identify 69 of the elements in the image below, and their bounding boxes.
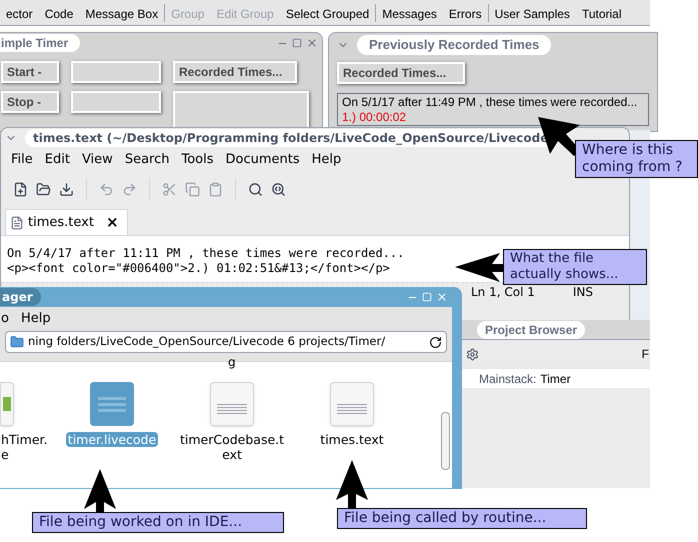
window-title: Project Browser [477, 320, 586, 338]
arrow [336, 460, 368, 509]
document-tab[interactable]: times.text × [5, 209, 128, 235]
toolbar-icon[interactable] [271, 182, 286, 196]
file-name[interactable]: hTimer. e [1, 432, 50, 462]
path-text: ning folders/LiveCode_OpenSource/Livecode 6 projects/Timer/ [28, 333, 386, 350]
window-title: imple Timer [0, 34, 80, 52]
menu-item[interactable]: File [5, 150, 39, 170]
menu-item[interactable]: Search [118, 150, 176, 170]
cut-label: g [228, 356, 236, 368]
menu-item[interactable]: Help [20, 309, 51, 329]
toolbar-button[interactable]: Message Box [79, 6, 164, 25]
palette-button[interactable]: Recorded Times... [337, 62, 465, 84]
empty-field[interactable] [71, 61, 161, 83]
menu-item[interactable]: o [1, 309, 9, 329]
menu-item[interactable]: Help [306, 150, 348, 170]
menu-item[interactable]: View [76, 150, 119, 170]
toolbar-button[interactable]: Messages [376, 6, 443, 25]
toolbar-icon[interactable] [248, 182, 263, 196]
annotation-tooltip: What the file actually shows... [503, 249, 647, 285]
toolbar-button[interactable]: Errors [442, 6, 488, 25]
menu-item[interactable]: Edit [38, 150, 76, 170]
file-name[interactable]: times.text [318, 432, 386, 447]
stack-row[interactable]: Mainstack: Timer [462, 368, 650, 388]
palette-button[interactable]: Stop - [1, 91, 59, 113]
menu-item[interactable]: Documents [220, 150, 306, 170]
maximize-icon[interactable] [292, 38, 302, 48]
scrollbar-thumb[interactable] [441, 412, 450, 470]
code-line: <p><font color="#006400">2.) 01:02:51&#13;</font></p> [7, 261, 390, 276]
insert-mode: INS [572, 284, 594, 301]
toolbar-icon[interactable] [36, 182, 51, 196]
settings-icon[interactable] [466, 348, 479, 360]
tab-label: times.text [28, 214, 94, 232]
tab-close-button[interactable]: × [102, 211, 123, 234]
document-icon [10, 216, 24, 230]
text-file-icon [210, 382, 254, 426]
empty-field[interactable] [71, 91, 161, 113]
folder-icon [10, 335, 24, 349]
window-title: ager [0, 288, 41, 306]
text-file-icon [330, 382, 374, 426]
palette-button[interactable]: Recorded Times... [173, 61, 297, 83]
stack-label: Mainstack: [479, 370, 536, 388]
annotation-tooltip: File being called by routine... [337, 508, 587, 529]
field-line: 1.) 00:00:02 [342, 110, 408, 125]
refresh-icon[interactable] [429, 336, 442, 348]
toolbar-icon[interactable] [59, 182, 74, 196]
close-icon[interactable] [306, 37, 318, 49]
arrow [455, 253, 506, 282]
binary-file-icon [90, 382, 134, 426]
annotation-tooltip: Where is this coming from ? [575, 140, 698, 178]
file-name[interactable]: timerCodebase.t ext [178, 432, 286, 462]
field-line: On 5/1/17 after 11:49 PM , these times were recorded... [342, 95, 638, 110]
menu-item[interactable]: Tools [175, 150, 220, 170]
toolbar-icon[interactable] [13, 182, 28, 196]
path-bar[interactable]: ning folders/LiveCode_OpenSource/Livecode 6 projects/Timer/ [5, 331, 447, 353]
toolbar-button[interactable]: ector [0, 6, 39, 25]
window-title: Previously Recorded Times [357, 35, 552, 55]
column-header: F [642, 346, 649, 363]
toolbar-button[interactable]: Code [38, 6, 80, 25]
toolbar-button[interactable]: User Samples [488, 6, 576, 25]
cursor-position: Ln 1, Col 1 [471, 284, 535, 301]
close-icon[interactable] [436, 291, 448, 303]
stack-name: Timer [540, 370, 571, 388]
toolbar-button[interactable]: Tutorial [576, 6, 628, 25]
annotation-tooltip: File being worked on in IDE... [32, 512, 284, 533]
code-line: On 5/4/17 after 11:11 PM , these times were recorded... [7, 246, 404, 261]
toolbar-button[interactable]: Select Grouped [280, 6, 376, 25]
palette-button[interactable]: Start - [1, 61, 59, 83]
arrow [84, 469, 116, 514]
